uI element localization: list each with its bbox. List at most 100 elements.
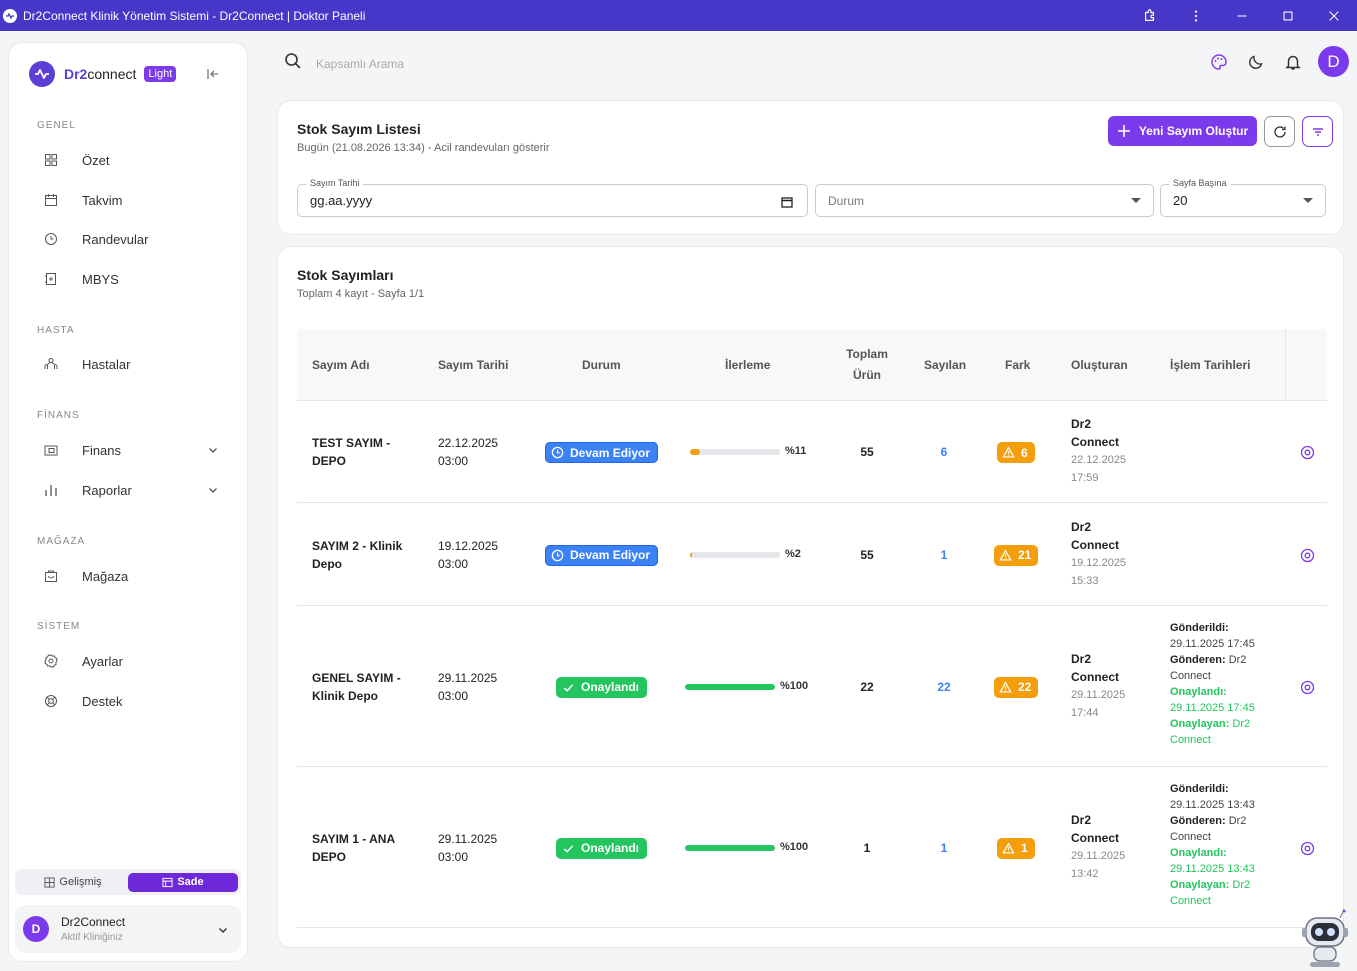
- refresh-button[interactable]: [1264, 116, 1295, 147]
- check-icon: [563, 683, 574, 692]
- col-total-line2: Ürün: [853, 368, 881, 382]
- caret-down-icon: [1303, 198, 1313, 203]
- user-avatar[interactable]: D: [1318, 46, 1349, 77]
- col-creator[interactable]: Oluşturan: [1071, 329, 1128, 401]
- creator: Dr2 Connect 22.12.2025 17:59: [1071, 415, 1126, 487]
- view-mode-toggle: Gelişmiş Sade: [15, 869, 241, 895]
- view-details-button[interactable]: [1300, 841, 1315, 856]
- count-date-line2: 03:00: [438, 688, 469, 703]
- count-name: SAYIM 1 - ANA DEPO: [312, 830, 395, 866]
- table-row[interactable]: TEST SAYIM - DEPO 22.12.2025 03:00 Devam Edi…: [297, 401, 1327, 503]
- col-dates[interactable]: İşlem Tarihleri: [1170, 329, 1250, 401]
- topbar-actions: D: [1210, 46, 1349, 77]
- sidebar-item-ayarlar[interactable]: Ayarlar: [29, 646, 229, 676]
- table-row[interactable]: SAYIM 1 - ANA DEPO 29.11.2025 03:00 Onayland…: [297, 767, 1327, 928]
- status-badge: Devam Ediyor: [545, 544, 659, 566]
- page-size-label: Sayfa Başına: [1169, 178, 1231, 188]
- chevron-down-icon: [207, 484, 219, 496]
- view-details-button[interactable]: [1300, 548, 1315, 563]
- count-name-line2: Depo: [312, 556, 342, 571]
- dashboard-icon: [43, 152, 59, 168]
- count-date: 29.11.2025 03:00: [438, 669, 497, 705]
- count-name-line1: TEST SAYIM -: [312, 436, 391, 450]
- sidebar-item-destek[interactable]: Destek: [29, 686, 229, 716]
- progress-percent: %100: [780, 840, 809, 853]
- minimize-button[interactable]: [1219, 0, 1265, 31]
- pulse-logo-icon: [29, 61, 55, 87]
- col-total[interactable]: Toplam Ürün: [846, 329, 888, 401]
- section-sistem: SİSTEM: [37, 621, 81, 632]
- col-counted[interactable]: Sayılan: [924, 329, 966, 401]
- count-date-line2: 03:00: [438, 556, 469, 571]
- wallet-icon: [43, 442, 59, 458]
- sidebar-item-randevular[interactable]: Randevular: [29, 224, 229, 254]
- created-date: 29.11.2025: [1071, 849, 1126, 862]
- total-products: 22: [860, 679, 874, 694]
- col-progress[interactable]: İlerleme: [725, 329, 770, 401]
- progress-bar: [690, 449, 780, 455]
- stock-count-list-card: Stok Sayım Listesi Bugün (21.08.2026 13:…: [277, 100, 1344, 235]
- col-name[interactable]: Sayım Adı: [312, 329, 370, 401]
- sidebar-item-magaza[interactable]: Mağaza: [29, 561, 229, 591]
- approved-label: Onaylandı:: [1170, 846, 1227, 859]
- check-icon: [563, 844, 574, 853]
- sidebar-item-mbys[interactable]: MBYS: [29, 264, 229, 294]
- approver-label: Onaylayan:: [1170, 717, 1230, 730]
- bar-chart-icon: [43, 482, 59, 498]
- sidebar-item-takvim[interactable]: Takvim: [29, 185, 229, 215]
- count-name-line2: DEPO: [312, 849, 347, 864]
- palette-icon[interactable]: [1210, 53, 1228, 71]
- sidebar-item-finans[interactable]: Finans: [29, 435, 229, 465]
- clinic-switcher[interactable]: D Dr2Connect Aktif Kliniğiniz: [15, 905, 241, 953]
- table-row[interactable]: GENEL SAYIM - Klinik Depo 29.11.2025 03:00 O…: [297, 606, 1327, 767]
- created-date: 29.11.2025: [1071, 688, 1126, 701]
- maximize-button[interactable]: [1265, 0, 1311, 31]
- created-date: 19.12.2025: [1071, 556, 1127, 569]
- collapse-sidebar-icon[interactable]: [205, 66, 221, 82]
- new-count-button[interactable]: Yeni Sayım Oluştur: [1108, 116, 1257, 146]
- global-search[interactable]: Kapsamlı Arama: [284, 52, 404, 75]
- brand-logo[interactable]: Dr2connect Light: [29, 61, 177, 87]
- page-title: Stok Sayım Listesi: [297, 121, 421, 137]
- status-placeholder: Durum: [828, 193, 865, 208]
- moon-icon[interactable]: [1247, 53, 1265, 71]
- calendar-icon[interactable]: [781, 195, 793, 208]
- col-status[interactable]: Durum: [582, 329, 621, 401]
- status-select[interactable]: Durum: [815, 184, 1154, 217]
- more-options-icon[interactable]: [1173, 0, 1219, 31]
- eye-icon: [1300, 841, 1315, 855]
- creator-name-line1: Dr2: [1071, 417, 1092, 431]
- chevron-down-icon: [207, 444, 219, 456]
- theme-badge: Light: [144, 66, 177, 82]
- count-date-line1: 29.11.2025: [438, 831, 498, 846]
- col-diff[interactable]: Fark: [1005, 329, 1030, 401]
- clinic-subtitle: Aktif Kliniğiniz: [61, 932, 123, 943]
- status-badge: Onaylandı: [556, 676, 648, 698]
- approver-name: Dr2: [1232, 717, 1251, 730]
- assistant-bot-icon[interactable]: [1300, 908, 1350, 968]
- mode-advanced-button[interactable]: Gelişmiş: [18, 873, 128, 892]
- extensions-icon[interactable]: [1127, 0, 1173, 31]
- approved-at: 29.11.2025 13:43: [1170, 862, 1255, 875]
- view-details-button[interactable]: [1300, 445, 1315, 460]
- created-time: 13:42: [1071, 867, 1099, 880]
- mode-advanced-label: Gelişmiş: [59, 876, 102, 888]
- brand-name: Dr2connect: [64, 66, 137, 82]
- filter-button[interactable]: [1302, 116, 1333, 147]
- mode-simple-button[interactable]: Sade: [128, 872, 238, 892]
- page-size-select[interactable]: Sayfa Başına 20: [1160, 178, 1326, 217]
- sidebar-item-raporlar[interactable]: Raporlar: [29, 475, 229, 505]
- sidebar-item-hastalar[interactable]: Hastalar: [29, 349, 229, 379]
- section-finans: FİNANS: [37, 410, 80, 421]
- sidebar-item-ozet[interactable]: Özet: [29, 145, 229, 175]
- difference-badge: 21: [994, 544, 1039, 566]
- creator-name-line2: Connect: [1071, 669, 1119, 684]
- view-details-button[interactable]: [1300, 680, 1315, 695]
- lifebuoy-icon: [43, 693, 59, 709]
- count-date-input[interactable]: Sayım Tarihi gg.aa.yyyy: [297, 178, 808, 217]
- close-button[interactable]: [1311, 0, 1357, 31]
- sent-at: 29.11.2025 17:45: [1170, 637, 1255, 650]
- table-row[interactable]: SAYIM 2 - Klinik Depo 19.12.2025 03:00 Devam…: [297, 503, 1327, 606]
- col-date[interactable]: Sayım Tarihi: [438, 329, 508, 401]
- bell-icon[interactable]: [1284, 53, 1302, 71]
